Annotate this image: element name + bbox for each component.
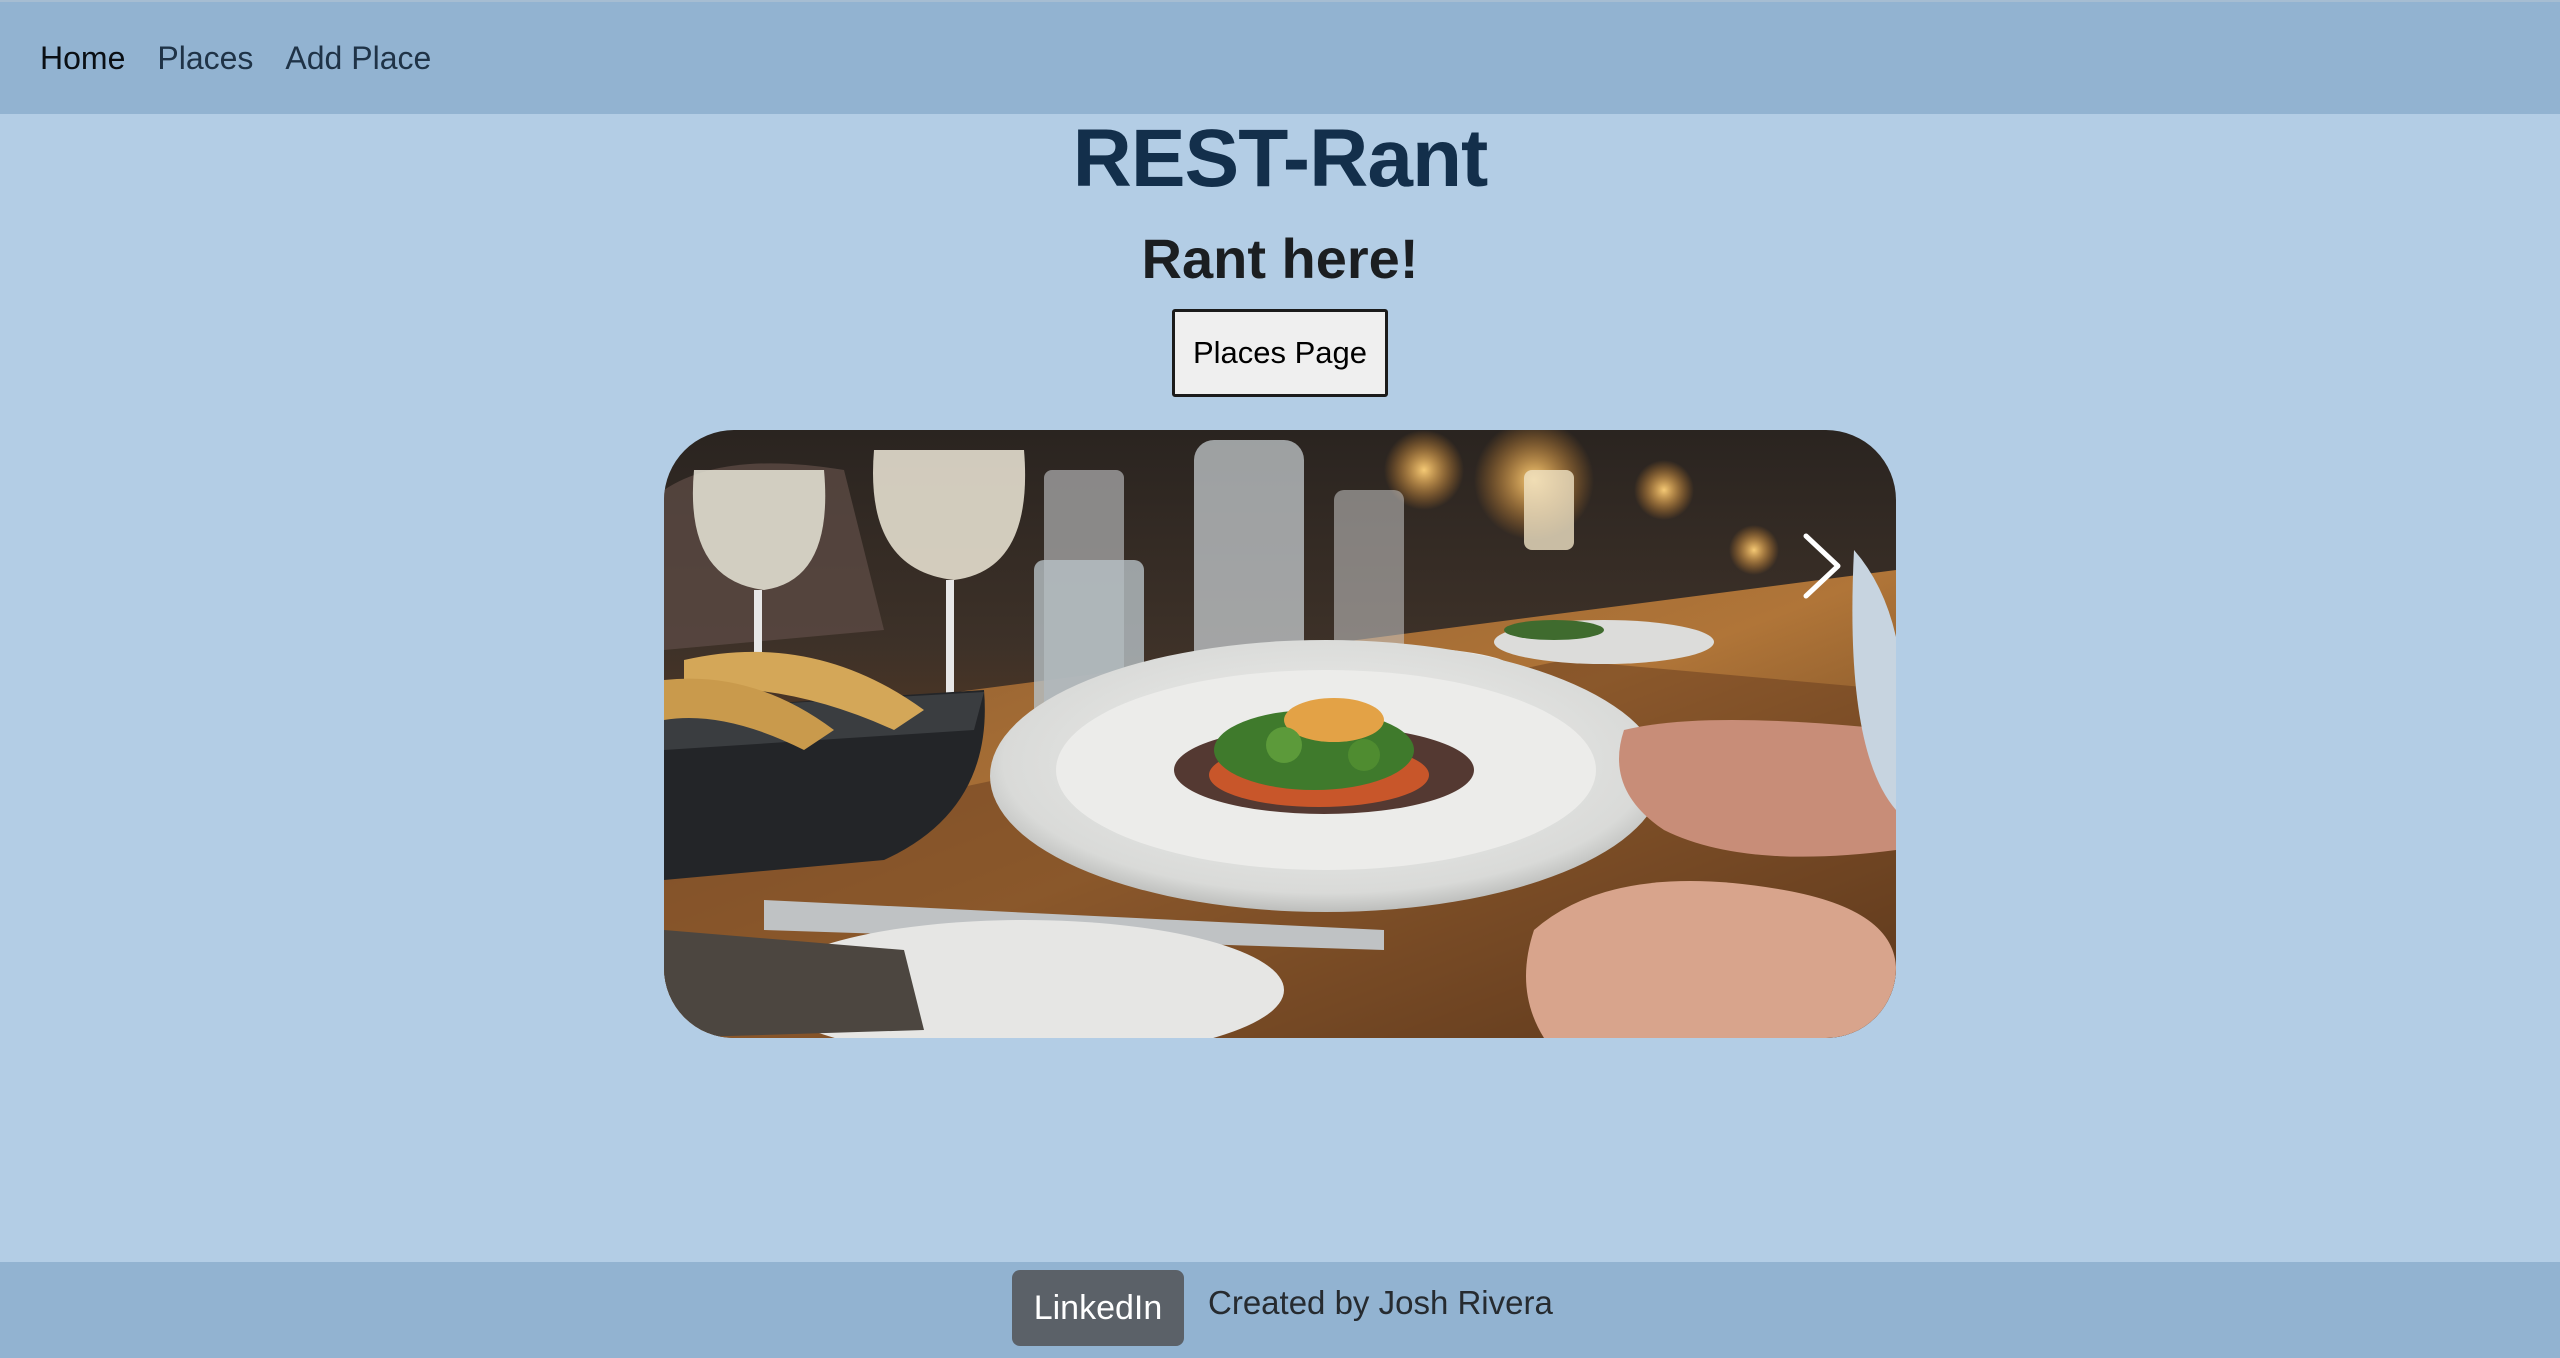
footer-credit: Created by Josh Rivera: [1208, 1284, 1553, 1321]
page-title: REST-Rant: [1072, 113, 1489, 204]
image-carousel: [664, 430, 1896, 1038]
nav-link-places[interactable]: Places: [157, 40, 253, 77]
restaurant-dinner-image: [664, 430, 1896, 1038]
top-navbar: Home Places Add Place: [0, 0, 2560, 114]
nav-link-home[interactable]: Home: [40, 40, 125, 77]
page-subtitle: Rant here!: [1141, 227, 1419, 290]
chevron-right-icon[interactable]: [1792, 528, 1852, 604]
places-page-button[interactable]: Places Page: [1172, 309, 1388, 397]
nav-link-add-place[interactable]: Add Place: [285, 40, 431, 77]
linkedin-button[interactable]: LinkedIn: [1012, 1270, 1184, 1346]
